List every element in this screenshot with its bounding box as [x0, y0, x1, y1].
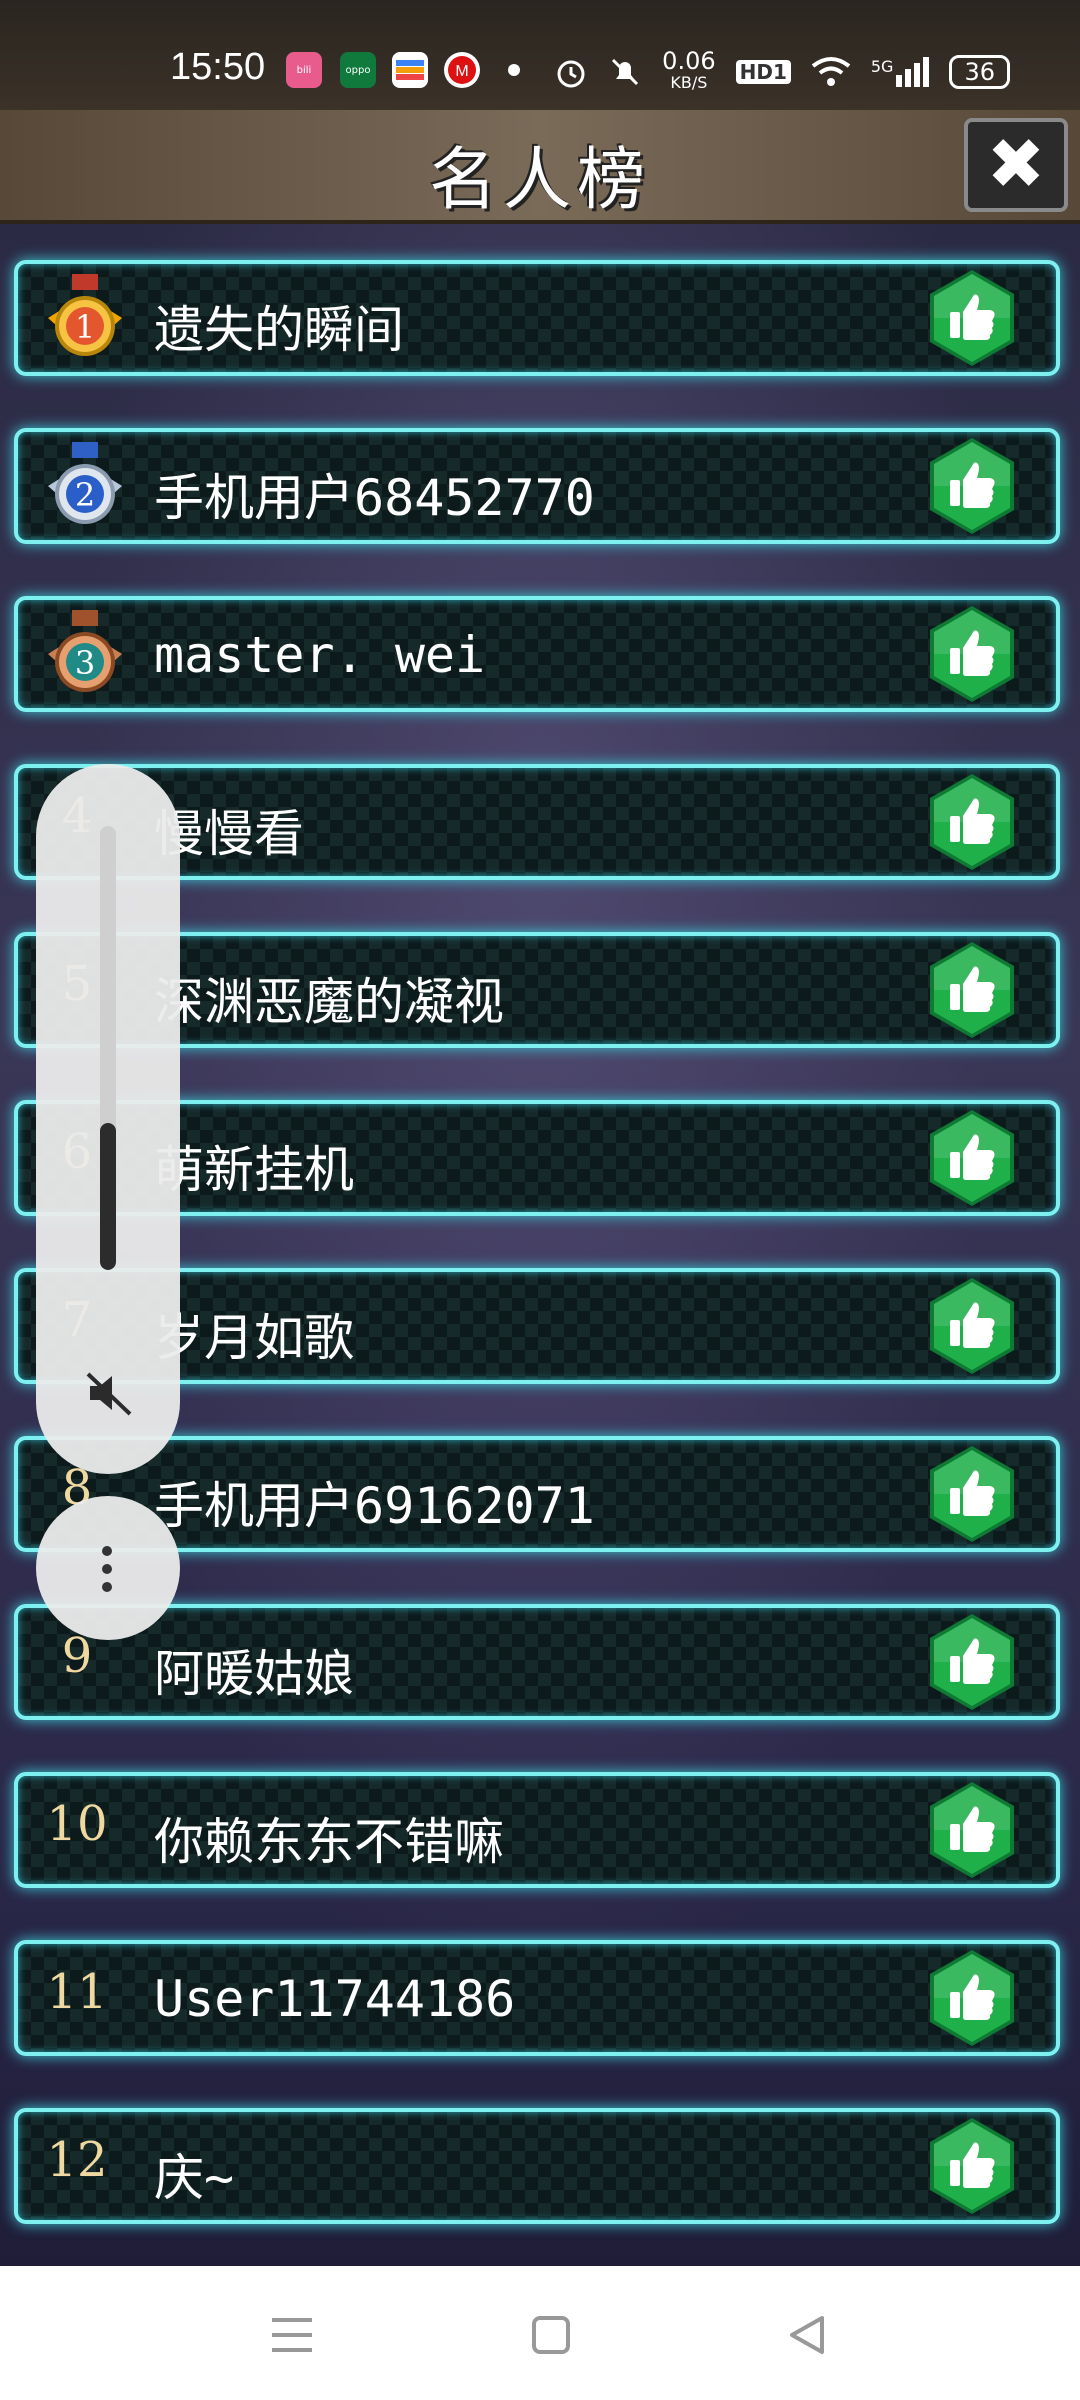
like-button[interactable]: [926, 1108, 1018, 1208]
gold-medal-icon: 1: [48, 274, 122, 356]
close-icon: ✖: [986, 123, 1046, 205]
page-title: 名人榜: [428, 141, 651, 220]
leaderboard-row: 1 遗失的瞬间: [14, 260, 1060, 376]
player-name: User11744186: [154, 1970, 516, 2028]
svg-text:M: M: [455, 63, 468, 80]
rank-number: 10: [46, 1796, 108, 1852]
title-bar: 名人榜: [0, 110, 1080, 224]
like-button[interactable]: [926, 1444, 1018, 1544]
player-name: 手机用户68452770: [154, 469, 595, 527]
leaderboard-row: 11 User11744186: [14, 1940, 1060, 2056]
player-name: 岁月如歌: [154, 1309, 354, 1367]
net-speed-unit: KB/S: [670, 73, 708, 92]
back-icon[interactable]: [778, 2310, 838, 2360]
wallet-icon: [392, 52, 428, 88]
menu-icon[interactable]: [262, 2310, 322, 2360]
player-name: 深渊恶魔的凝视: [154, 973, 504, 1031]
player-name: master. wei: [154, 626, 486, 684]
signal-label: 5G: [870, 57, 894, 76]
medal-rank: 3: [75, 644, 95, 682]
notification-dot-icon: [508, 64, 520, 76]
leaderboard-row: 9 阿暖姑娘: [14, 1604, 1060, 1720]
like-button[interactable]: [926, 1276, 1018, 1376]
metro-icon: M: [444, 52, 480, 88]
player-name: 阿暖姑娘: [154, 1645, 354, 1703]
like-button[interactable]: [926, 268, 1018, 368]
leaderboard-row: 12 庆~: [14, 2108, 1060, 2224]
close-button[interactable]: ✖: [964, 118, 1068, 212]
volume-slider[interactable]: [100, 826, 116, 1270]
signal-icon: 5G: [871, 57, 930, 87]
like-button[interactable]: [926, 436, 1018, 536]
speaker-mute-icon[interactable]: [84, 1368, 134, 1418]
player-name: 你赖东东不错嘛: [154, 1813, 504, 1871]
status-indicators: 0.06 KB/S HD1 5G 36: [554, 47, 1010, 94]
volume-more-button[interactable]: [36, 1496, 180, 1640]
net-speed: 0.06 KB/S: [662, 47, 716, 94]
like-button[interactable]: [926, 1612, 1018, 1712]
bronze-medal-icon: 3: [48, 610, 122, 692]
leaderboard-row: 3 master. wei: [14, 596, 1060, 712]
medal-rank: 1: [75, 308, 95, 346]
silver-medal-icon: 2: [48, 442, 122, 524]
status-bar: 15:50 bili oppo M 0.06 KB/S HD1 5G 36: [0, 0, 1080, 110]
rank-number: 12: [46, 2132, 108, 2188]
more-dots-icon: [102, 1546, 112, 1556]
alarm-icon: [557, 60, 585, 88]
home-icon[interactable]: [520, 2310, 580, 2360]
net-speed-value: 0.06: [662, 47, 716, 75]
like-button[interactable]: [926, 772, 1018, 872]
like-button[interactable]: [926, 1948, 1018, 2048]
oppo-icon: oppo: [340, 52, 376, 88]
volume-level: [100, 1123, 116, 1270]
rank-number: 11: [46, 1964, 108, 2020]
player-name: 遗失的瞬间: [154, 301, 404, 359]
bilibili-icon: bili: [286, 52, 322, 88]
hd-badge: HD1: [735, 60, 791, 84]
battery-indicator: 36: [949, 55, 1010, 89]
like-button[interactable]: [926, 604, 1018, 704]
leaderboard-row: 2 手机用户68452770: [14, 428, 1060, 544]
like-button[interactable]: [926, 940, 1018, 1040]
player-name: 庆~: [154, 2149, 235, 2207]
player-name: 萌新挂机: [154, 1141, 354, 1199]
medal-rank: 2: [75, 476, 95, 514]
like-button[interactable]: [926, 2116, 1018, 2216]
leaderboard-row: 10 你赖东东不错嘛: [14, 1772, 1060, 1888]
mute-bell-icon: [612, 58, 639, 86]
wifi-icon: [811, 57, 851, 86]
status-time: 15:50: [170, 46, 266, 88]
navigation-bar: [0, 2266, 1080, 2400]
like-button[interactable]: [926, 1780, 1018, 1880]
player-name: 手机用户69162071: [154, 1477, 595, 1535]
volume-panel[interactable]: [36, 764, 180, 1474]
